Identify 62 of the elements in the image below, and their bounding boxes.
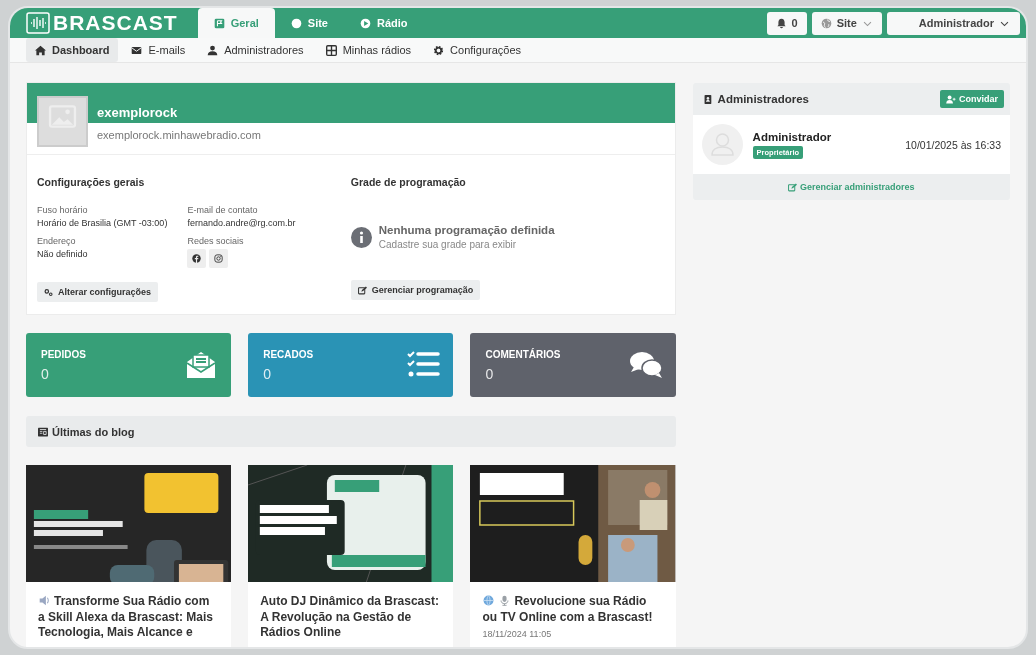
nav-item[interactable]: Configurações: [424, 38, 531, 62]
grid-icon: [325, 44, 337, 56]
stat-label: COMENTÁRIOS: [485, 348, 561, 360]
home-icon: [35, 44, 46, 56]
station-domain: exemplorock.minhawebradio.com: [97, 129, 261, 141]
stat-label: PEDIDOS: [41, 348, 86, 360]
instagram-icon: [214, 254, 224, 263]
instagram-button[interactable]: [209, 249, 229, 268]
post-title: Revolucione sua Rádio ou TV Online com a Brascast!: [482, 594, 654, 625]
logo-text: BRASCAST: [53, 11, 178, 35]
edit-icon: [788, 182, 797, 192]
post-date: 18/11/2024 11:05: [482, 628, 553, 641]
gears-icon: [44, 287, 53, 297]
stat-value: 0: [41, 365, 50, 382]
speaker-icon: [38, 595, 51, 606]
admin-date: 10/01/2025 às 16:33: [905, 138, 1001, 151]
stat-label: RECADOS: [263, 348, 314, 360]
user-icon: [207, 44, 219, 56]
bell-icon: [775, 17, 787, 29]
edit-icon: [357, 285, 367, 295]
user-menu[interactable]: Administrador: [886, 11, 1020, 35]
chat-icon: [628, 350, 663, 380]
site-menu[interactable]: Site: [811, 11, 882, 35]
avatar-icon: [701, 124, 743, 165]
section-title: Configurações gerais: [37, 176, 146, 188]
field-value: fernando.andre@rg.com.br: [187, 218, 296, 228]
section-title: Grade de programação: [350, 176, 467, 188]
stat-value: 0: [485, 365, 495, 382]
admin-name: Administrador: [752, 130, 832, 143]
soundwave-icon: [26, 12, 50, 34]
add-user-icon: [946, 94, 956, 104]
field-label: Redes sociais: [187, 236, 245, 246]
station-name: exemplorock: [97, 105, 178, 120]
blog-title: Últimas do blog: [52, 425, 135, 438]
settings-icon: [433, 44, 445, 56]
id-badge-icon: [703, 93, 713, 105]
stat-value: 0: [263, 365, 272, 382]
play-icon: [360, 17, 371, 29]
post-title: Transforme Sua Rádio com a Skill Alexa da Brascast: Mais Tecnologia, Mais Alcance e: [38, 594, 214, 641]
field-value: Não definido: [37, 249, 89, 259]
newspaper-icon: [38, 426, 48, 437]
image-placeholder-icon: [37, 96, 88, 147]
field-label: E-mail de contato: [187, 205, 259, 215]
envelope-icon: [131, 44, 143, 56]
post-title: Auto DJ Dinâmico da Brascast: A Revolução na Gestão de Rádios Online: [260, 594, 440, 641]
info-icon: [350, 226, 372, 248]
field-value: Horário de Brasilia (GMT -03:00): [37, 218, 168, 228]
facebook-icon: [192, 254, 202, 263]
field-label: Fuso horário: [37, 205, 89, 215]
panel-title: Administradores: [717, 93, 809, 105]
nav-item[interactable]: Minhas rádios: [316, 38, 421, 62]
field-label: Endereço: [37, 236, 77, 246]
facebook-button[interactable]: [187, 249, 207, 268]
nav-item[interactable]: Administradores: [198, 38, 313, 62]
settings-button[interactable]: Alterar configurações: [37, 282, 159, 302]
manage-schedule-button[interactable]: Gerenciar programação: [350, 280, 481, 300]
empty-text: Cadastre sua grade para exibir: [378, 239, 518, 250]
empty-title: Nenhuma programação definida: [378, 224, 555, 236]
nav-item[interactable]: Dashboard: [26, 38, 119, 62]
flag-icon: [213, 17, 225, 29]
nav-item[interactable]: E-mails: [122, 38, 195, 62]
notifications-button[interactable]: 0: [766, 11, 807, 35]
